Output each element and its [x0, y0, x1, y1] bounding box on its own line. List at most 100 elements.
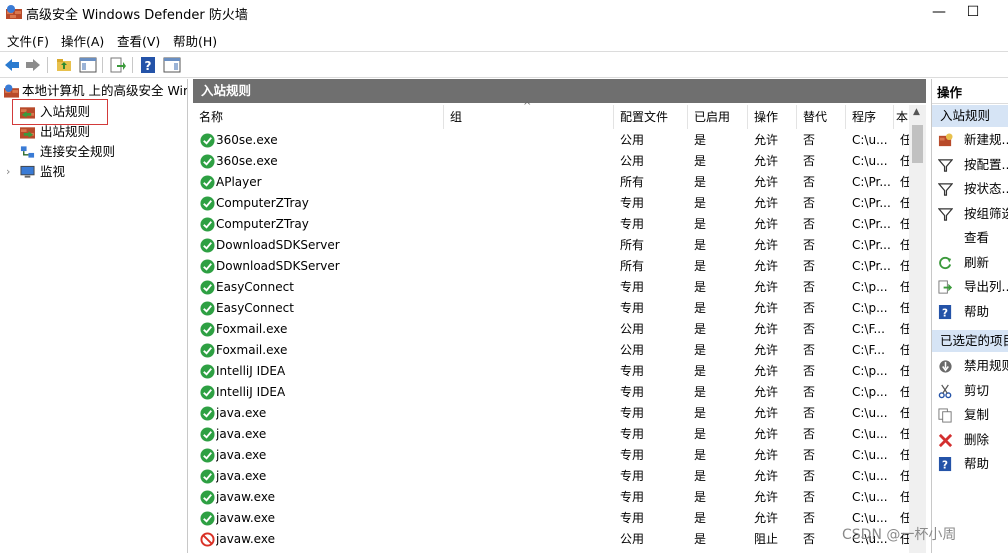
cell-action: 允许: [754, 217, 779, 231]
cell-override: 否: [803, 238, 816, 252]
cell-action: 允许: [754, 322, 779, 336]
cell-action: 允许: [754, 406, 779, 420]
action-item-label: 帮助: [964, 456, 990, 471]
action-item[interactable]: 导出列...: [932, 275, 1008, 299]
cell-name: EasyConnect: [216, 280, 294, 294]
table-row[interactable]: EasyConnect 专用是允许否 C:\p... 任: [193, 277, 910, 298]
up-folder-icon[interactable]: [55, 56, 73, 74]
table-row[interactable]: ComputerZTray 专用是允许否 C:\Pr... 任: [193, 193, 910, 214]
action-item-label: 查看: [964, 230, 990, 245]
action-item[interactable]: 剪切: [932, 379, 1008, 403]
maximize-button[interactable]: ☐: [958, 2, 988, 22]
column-header-profile[interactable]: 配置文件: [614, 105, 688, 129]
table-row[interactable]: java.exe 专用是允许否 C:\u... 任: [193, 403, 910, 424]
action-item[interactable]: 禁用规则: [932, 354, 1008, 378]
action-item[interactable]: ? 帮助: [932, 452, 1008, 476]
cell-name: Foxmail.exe: [216, 322, 288, 336]
table-row[interactable]: IntelliJ IDEA 专用是允许否 C:\p... 任: [193, 361, 910, 382]
menu-view[interactable]: 查看(V): [117, 31, 160, 50]
svg-text:?: ?: [145, 59, 152, 73]
column-header-local[interactable]: 本: [894, 105, 909, 129]
table-row[interactable]: javaw.exe 专用是允许否 C:\u... 任: [193, 487, 910, 508]
allowed-rule-icon: [200, 217, 215, 232]
cell-profile: 公用: [620, 532, 645, 546]
cell-name: DownloadSDKServer: [216, 259, 340, 273]
cell-action: 允许: [754, 427, 779, 441]
column-header-group[interactable]: 组: [444, 105, 614, 129]
cell-override: 否: [803, 196, 816, 210]
cell-override: 否: [803, 217, 816, 231]
filter-icon: [938, 158, 953, 172]
cell-name: EasyConnect: [216, 301, 294, 315]
cell-enabled: 是: [694, 322, 707, 336]
delete-icon: [938, 433, 953, 447]
minimize-button[interactable]: —: [924, 2, 954, 22]
cell-name: IntelliJ IDEA: [216, 364, 286, 378]
cell-action: 允许: [754, 511, 779, 525]
column-header-enabled[interactable]: 已启用: [688, 105, 748, 129]
cell-program: C:\u...: [852, 469, 888, 483]
menu-file[interactable]: 文件(F): [7, 31, 49, 50]
cell-group: [450, 256, 610, 277]
action-item[interactable]: 按配置...: [932, 153, 1008, 177]
menu-action[interactable]: 操作(A): [61, 31, 104, 50]
table-row[interactable]: javaw.exe 专用是允许否 C:\u... 任: [193, 508, 910, 529]
vertical-scrollbar[interactable]: ▲: [909, 105, 926, 553]
scrollbar-thumb[interactable]: [912, 125, 923, 163]
table-row[interactable]: APlayer 所有是允许否 C:\Pr... 任: [193, 172, 910, 193]
action-item[interactable]: 删除: [932, 428, 1008, 452]
column-header-action[interactable]: 操作: [748, 105, 797, 129]
table-row[interactable]: java.exe 专用是允许否 C:\u... 任: [193, 445, 910, 466]
column-header-override[interactable]: 替代: [797, 105, 846, 129]
toolbar: ?: [0, 51, 1008, 78]
table-row[interactable]: Foxmail.exe 公用是允许否 C:\F... 任: [193, 340, 910, 361]
action-item[interactable]: 按组筛选: [932, 202, 1008, 226]
cell-override: 否: [803, 301, 816, 315]
cell-override: 否: [803, 280, 816, 294]
table-row[interactable]: java.exe 专用是允许否 C:\u... 任: [193, 466, 910, 487]
table-row[interactable]: 360se.exe 公用是允许否 C:\u... 任: [193, 151, 910, 172]
table-row[interactable]: javaw.exe 公用是阻止否 C:\u... 任: [193, 529, 910, 550]
back-arrow-icon[interactable]: [3, 56, 21, 74]
cut-icon: [938, 384, 952, 398]
actions-section-inbound[interactable]: 入站规则: [932, 105, 1008, 127]
cell-profile: 专用: [620, 511, 645, 525]
table-row[interactable]: IntelliJ IDEA 专用是允许否 C:\p... 任: [193, 382, 910, 403]
action-item[interactable]: 新建规...: [932, 128, 1008, 152]
menu-help[interactable]: 帮助(H): [173, 31, 217, 50]
expand-chevron-icon[interactable]: ›: [6, 162, 10, 182]
toolbar-separator: [132, 57, 133, 73]
table-row[interactable]: Foxmail.exe 公用是允许否 C:\F... 任: [193, 319, 910, 340]
table-row[interactable]: ComputerZTray 专用是允许否 C:\Pr... 任: [193, 214, 910, 235]
actions-section-selected[interactable]: 已选定的项目: [932, 330, 1008, 352]
column-header-program[interactable]: 程序: [846, 105, 894, 129]
action-item[interactable]: 按状态...: [932, 177, 1008, 201]
forward-arrow-icon[interactable]: [24, 56, 42, 74]
table-row[interactable]: EasyConnect 专用是允许否 C:\p... 任: [193, 298, 910, 319]
export-list-icon[interactable]: [109, 56, 127, 74]
cell-profile: 所有: [620, 259, 645, 273]
cell-profile: 专用: [620, 364, 645, 378]
action-item[interactable]: 查看: [932, 226, 1008, 250]
action-item[interactable]: 刷新: [932, 251, 1008, 275]
show-hide-tree-icon[interactable]: [79, 56, 97, 74]
help-icon[interactable]: ?: [139, 56, 157, 74]
action-item[interactable]: ? 帮助: [932, 300, 1008, 324]
scroll-up-arrow-icon[interactable]: ▲: [913, 107, 920, 117]
action-item[interactable]: 复制: [932, 403, 1008, 427]
svg-text:?: ?: [942, 459, 948, 471]
table-row[interactable]: 360se.exe 公用是允许否 C:\u... 任: [193, 130, 910, 151]
table-row[interactable]: DownloadSDKServer 所有是允许否 C:\Pr... 任: [193, 256, 910, 277]
show-action-pane-icon[interactable]: [163, 56, 181, 74]
cell-override: 否: [803, 469, 816, 483]
cell-program: C:\F...: [852, 343, 885, 357]
cell-action: 允许: [754, 280, 779, 294]
cell-action: 允许: [754, 133, 779, 147]
allowed-rule-icon: [200, 259, 215, 274]
table-row[interactable]: java.exe 专用是允许否 C:\u... 任: [193, 424, 910, 445]
column-header-name[interactable]: 名称: [193, 105, 444, 129]
cell-enabled: 是: [694, 196, 707, 210]
cell-enabled: 是: [694, 532, 707, 546]
cell-override: 否: [803, 322, 816, 336]
table-row[interactable]: DownloadSDKServer 所有是允许否 C:\Pr... 任: [193, 235, 910, 256]
